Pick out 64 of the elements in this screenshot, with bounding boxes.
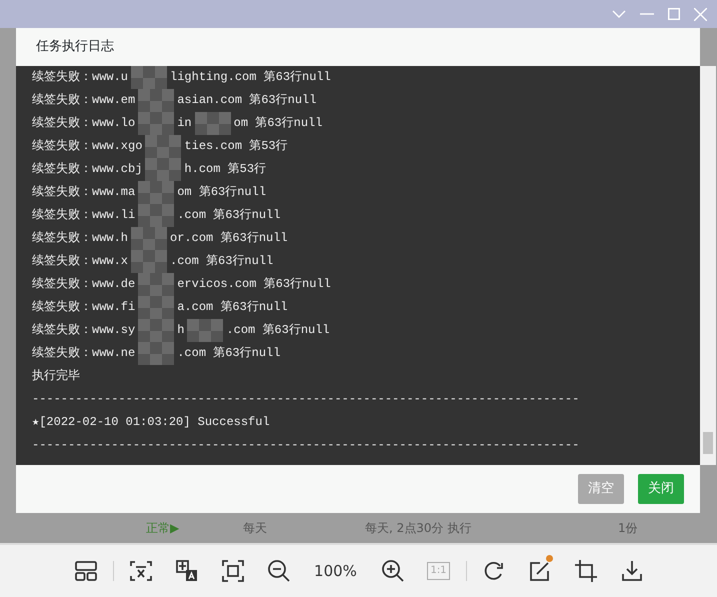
log-text: a.com 第63行null — [177, 300, 288, 314]
log-text: 续签失败：www.em — [32, 93, 136, 107]
mosaic-blur — [138, 273, 174, 296]
log-text: ---------------------------------------------------------------------------- — [32, 438, 580, 452]
log-text: ★[2022-02-10 01:03:20] Successful — [32, 415, 270, 429]
log-text: 续签失败：www.li — [32, 208, 136, 222]
zoom-in-icon[interactable] — [380, 559, 404, 583]
crop-icon[interactable] — [574, 559, 598, 583]
log-text: ervicos.com 第63行null — [177, 277, 331, 291]
status-text: 正常▶ — [146, 520, 180, 537]
log-text: h — [177, 323, 184, 337]
mosaic-blur — [138, 296, 174, 319]
translate-icon[interactable] — [174, 559, 198, 583]
log-text: 续签失败：www.de — [32, 277, 136, 291]
dialog-title: 任务执行日志 — [36, 38, 114, 56]
download-icon[interactable] — [620, 559, 644, 583]
log-text: .com 第63行null — [177, 346, 280, 360]
log-text: 续签失败：www.u — [32, 70, 128, 84]
log-text: 续签失败：www.h — [32, 231, 128, 245]
mosaic-blur — [194, 112, 231, 135]
mosaic-blur — [138, 319, 174, 342]
log-text: 续签失败：www.lo — [32, 116, 136, 130]
log-text: .com 第63行null — [177, 208, 280, 222]
mosaic-blur — [145, 158, 182, 181]
log-text: om 第63行null — [177, 185, 266, 199]
log-text: 续签失败：www.cbj — [32, 162, 142, 176]
mosaic-blur — [138, 342, 174, 365]
mosaic-blur — [145, 135, 182, 158]
log-text: ties.com 第53行 — [184, 139, 288, 153]
log-text: in — [177, 116, 192, 130]
log-text: .com 第63行null — [226, 323, 330, 337]
log-text: asian.com 第63行null — [177, 93, 316, 107]
log-text: 执行完毕 — [32, 369, 80, 383]
table-cell-text: 每天, 2点30分 执行 — [365, 520, 472, 537]
layout-icon[interactable] — [74, 559, 98, 583]
zoom-out-icon[interactable] — [266, 559, 290, 583]
log-text: 续签失败：www.ma — [32, 185, 136, 199]
log-text: lighting.com 第63行null — [170, 70, 331, 84]
mosaic-blur — [131, 250, 168, 273]
table-cell-text: 每天 — [243, 520, 267, 537]
mosaic-blur — [138, 204, 174, 227]
table-cell-text: 1份 — [618, 520, 638, 537]
mosaic-blur — [131, 66, 168, 89]
log-text: or.com 第63行null — [170, 231, 288, 245]
mosaic-blur — [138, 89, 174, 112]
log-text: ---------------------------------------------------------------------------- — [32, 392, 580, 406]
scrollbar[interactable] — [700, 66, 716, 465]
log-text: .com 第63行null — [170, 254, 274, 268]
log-text: om 第63行null — [234, 116, 322, 130]
mosaic-blur — [138, 181, 174, 204]
log-text: 续签失败：www.xgo — [32, 139, 142, 153]
zoom-level: 100% — [313, 560, 358, 582]
log-text: 续签失败：www.fi — [32, 300, 136, 314]
mosaic-blur — [187, 319, 224, 342]
log-text: h.com 第53行 — [184, 162, 266, 176]
log-text: 续签失败：www.sy — [32, 323, 136, 337]
log-text: 续签失败：www.x — [32, 254, 128, 268]
text-scan-icon[interactable] — [128, 559, 152, 583]
dialog-button[interactable]: 关闭 — [638, 474, 684, 504]
mosaic-blur — [131, 227, 168, 250]
log-text: 续签失败：www.ne — [32, 346, 136, 360]
edit-icon[interactable] — [528, 559, 552, 583]
mosaic-blur — [138, 112, 174, 135]
fullscreen-icon[interactable] — [220, 559, 244, 583]
